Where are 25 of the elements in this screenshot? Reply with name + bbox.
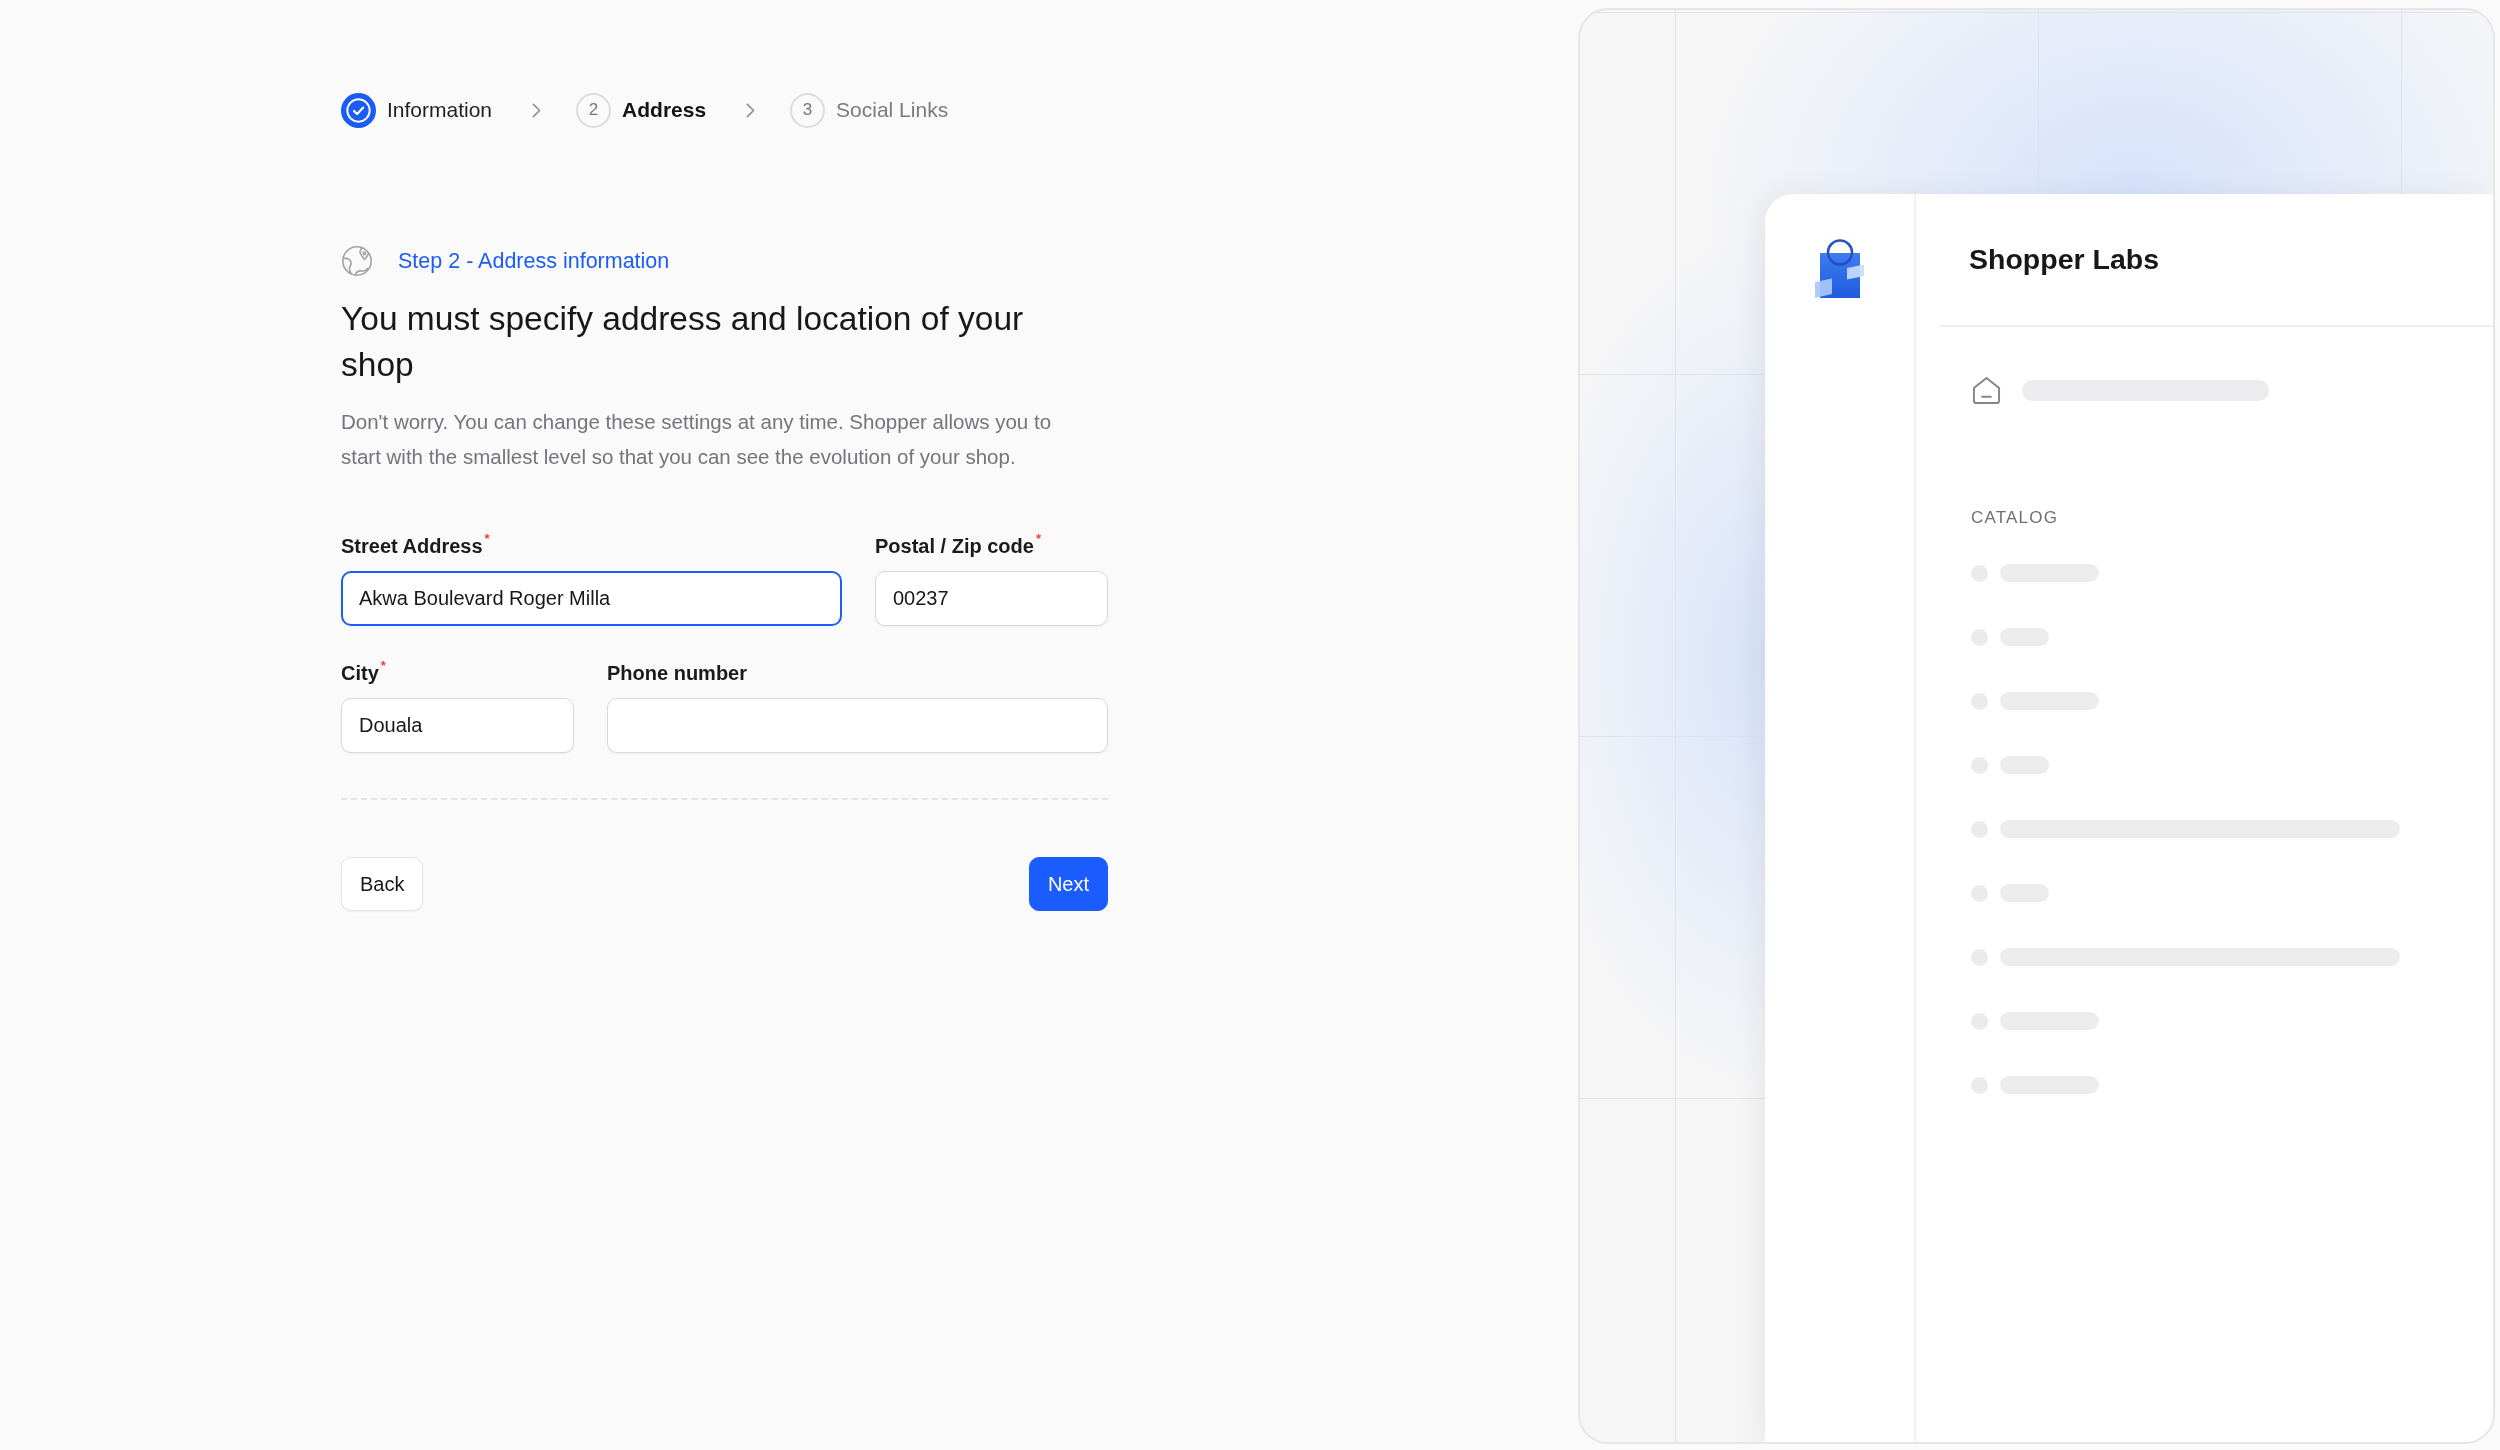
home-icon xyxy=(1972,376,2001,405)
brand-name: Shopper Labs xyxy=(1969,243,2160,276)
input-field[interactable]: 00237 xyxy=(875,571,1108,626)
input-field[interactable] xyxy=(607,698,1108,753)
step-number: 3 xyxy=(790,92,826,128)
bag-logo-icon xyxy=(1815,239,1864,298)
chevron-right-icon xyxy=(746,102,756,118)
step-label: Information xyxy=(387,98,493,122)
input-field[interactable]: Akwa Boulevard Roger Milla xyxy=(341,571,842,626)
input-field[interactable]: Douala xyxy=(341,698,574,753)
primary-button[interactable]: Next xyxy=(1028,857,1108,911)
secondary-button[interactable]: Back xyxy=(341,857,424,911)
globe-icon xyxy=(341,245,373,277)
step-heading: Step 2 - Address information xyxy=(398,248,670,274)
page-title: You must specify address and location of your shop xyxy=(341,299,1025,385)
field-label: Street Address$^{*}$ xyxy=(341,532,490,559)
step-number: 2 xyxy=(576,92,612,128)
description: Don't worry. You can change these settings at any time. Shopper allows you to start with the smallest level so that you can see the evolution of your shop. xyxy=(341,409,1053,470)
step-label: Address xyxy=(622,98,707,122)
step-label: Social Links xyxy=(836,98,949,122)
field-label: City$^{*}$ xyxy=(341,659,386,686)
section-heading: CATALOG xyxy=(1971,507,2059,529)
field-label: Phone number xyxy=(607,661,747,686)
field-label: Postal / Zip code$^{*}$ xyxy=(875,532,1041,559)
chevron-right-icon xyxy=(532,102,542,118)
